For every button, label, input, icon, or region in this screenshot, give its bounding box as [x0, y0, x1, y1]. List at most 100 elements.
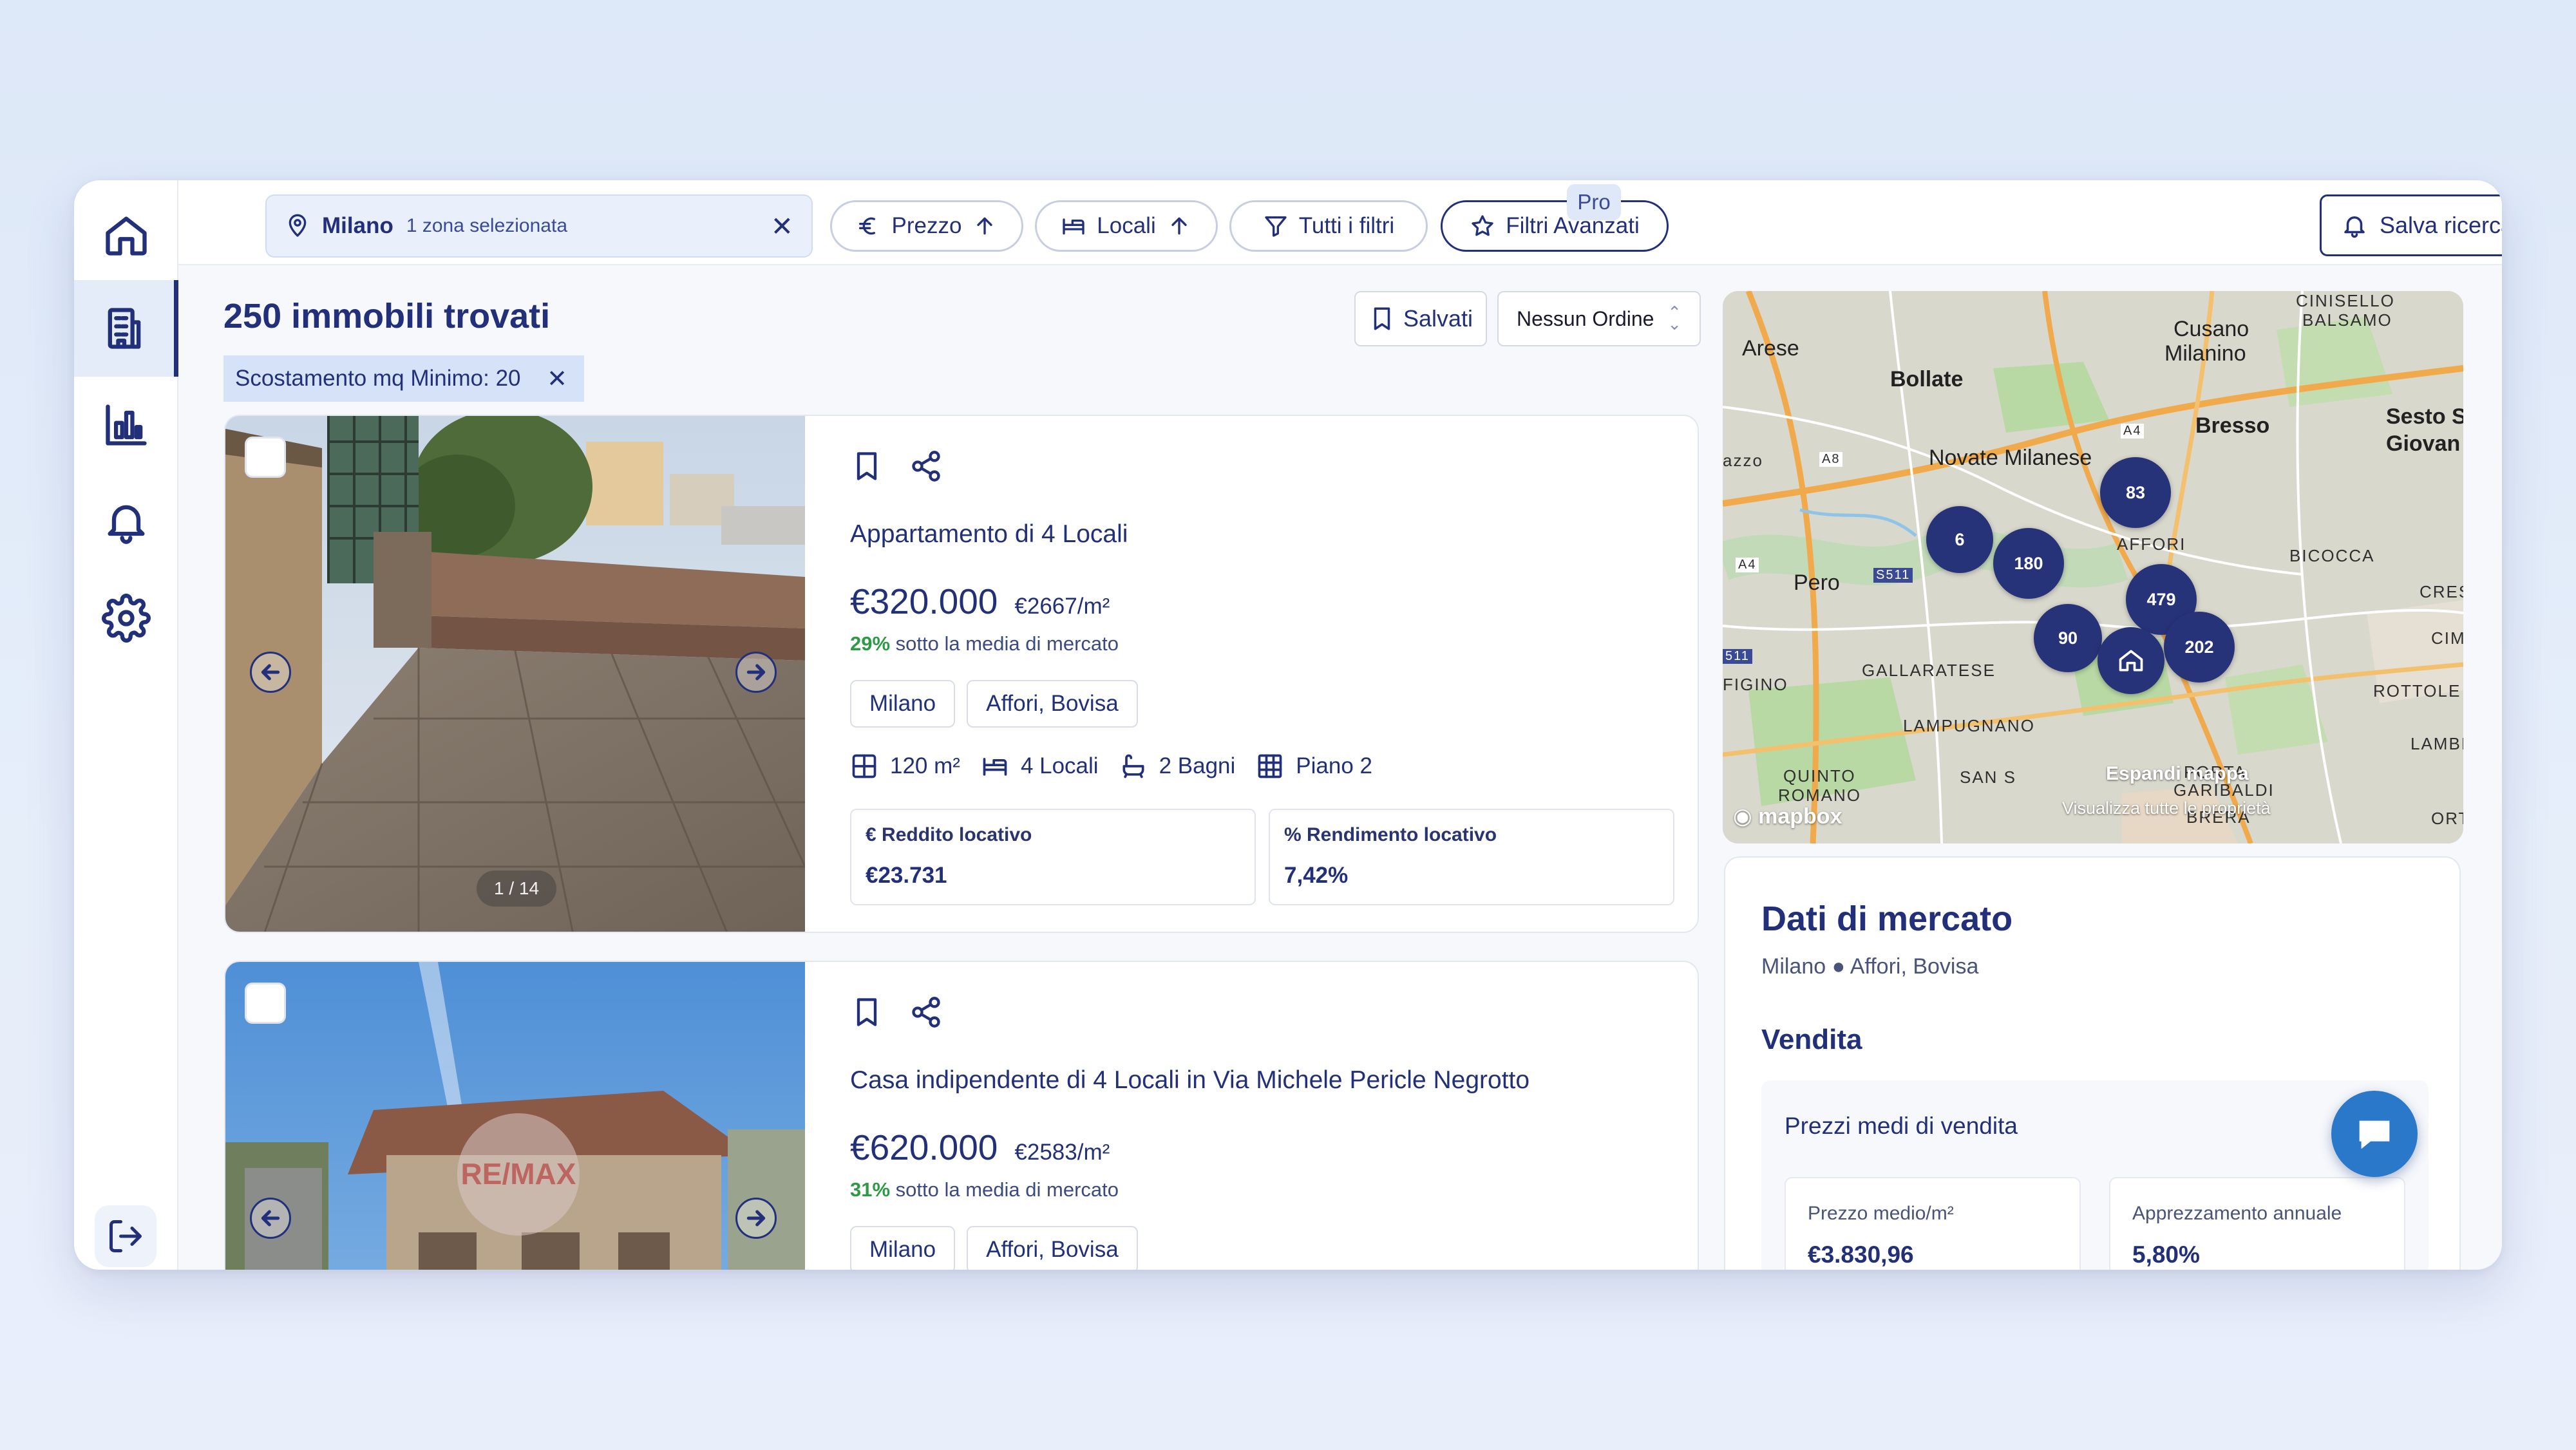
next-photo-button[interactable]: [735, 652, 777, 693]
listing-price: €620.000 €2583/m²: [850, 1127, 1110, 1168]
arrow-up-icon: [977, 217, 993, 235]
next-photo-button[interactable]: [735, 1198, 777, 1239]
map-label-cimiano: CIM: [2431, 628, 2463, 648]
chat-button[interactable]: [2331, 1091, 2418, 1177]
avg-price-label: Prezzo medio/m²: [1808, 1203, 1954, 1224]
map-label-figino: FIGINO: [1723, 675, 1788, 694]
road-511: 511: [1723, 649, 1752, 664]
zone-tag: Affori, Bovisa: [967, 680, 1138, 728]
price-per-sqm: €2583/m²: [1014, 1140, 1110, 1165]
area-icon: [852, 754, 876, 778]
listing-photo[interactable]: 1 / 14: [225, 416, 805, 932]
logout-icon: [109, 1220, 142, 1252]
floor-icon: [1258, 754, 1282, 778]
previous-photo-button[interactable]: [250, 652, 291, 693]
market-subtitle: Milano ● Affori, Bovisa: [1761, 954, 1979, 979]
city-tag: Milano: [850, 1226, 956, 1270]
rooms-filter-button[interactable]: Locali: [1035, 200, 1218, 252]
map-cluster-marker[interactable]: 180: [1993, 528, 2064, 599]
advanced-filters-button[interactable]: Filtri Avanzati: [1441, 200, 1669, 252]
map-cluster-marker[interactable]: 6: [1926, 506, 1993, 573]
house-photo: RE/MAX: [225, 962, 805, 1270]
listing-price: €320.000 €2667/m²: [850, 581, 1110, 622]
active-filter-chip: Scostamento mq Minimo: 20 ✕: [223, 355, 584, 402]
map-cluster-marker[interactable]: 202: [2164, 612, 2235, 683]
map-label-balsamo: BALSAMO: [2302, 310, 2392, 330]
price-value: €620.000: [850, 1127, 998, 1167]
bookmark-icon[interactable]: [850, 995, 884, 1029]
listing-title[interactable]: Casa indipendente di 4 Locali in Via Mic…: [850, 1066, 1530, 1095]
location-filter[interactable]: Milano 1 zona selezionata ✕: [265, 194, 813, 258]
share-icon[interactable]: [909, 449, 943, 483]
select-checkbox[interactable]: [245, 983, 286, 1024]
chat-icon: [2359, 1120, 2390, 1149]
listing-card[interactable]: 1 / 14 Appartamento di 4 Locali €320.000…: [224, 415, 1699, 933]
avg-price-value: €3.830,96: [1808, 1241, 1914, 1268]
arrow-right-icon: [746, 1210, 766, 1227]
map-label-san-siro: SAN S: [1960, 767, 2017, 787]
map-label-cusano: Cusano: [2174, 317, 2249, 341]
results-count: 250 immobili trovati: [223, 297, 551, 335]
selected-property-marker[interactable]: [2098, 627, 2164, 694]
area-value: 120 m²: [890, 753, 960, 778]
bookmark-icon[interactable]: [850, 449, 884, 483]
building-icon: [108, 308, 140, 349]
listing-info: Casa indipendente di 4 Locali in Via Mic…: [850, 962, 1698, 1270]
home-icon: [2119, 650, 2143, 672]
sales-section-title: Vendita: [1761, 1024, 1862, 1055]
save-search-button[interactable]: Salva ricerca: [2320, 194, 2502, 256]
city-tag: Milano: [850, 680, 956, 728]
below-market-percent: 29%: [850, 632, 891, 655]
clear-location-button[interactable]: ✕: [771, 212, 793, 241]
sidebar-item-settings[interactable]: [74, 570, 178, 666]
euro-icon: [858, 217, 875, 235]
road-a4: A4: [2121, 424, 2145, 438]
map-pin-icon: [289, 214, 307, 237]
photo-counter: 1 / 14: [477, 871, 556, 907]
map-preview[interactable]: Arese Bollate Cusano Milanino CINISELLO …: [1723, 291, 2463, 843]
price-filter-label: Prezzo: [891, 213, 962, 238]
map-label-crescenzago: CRES: [2420, 582, 2463, 601]
sidebar-item-notifications[interactable]: [74, 473, 178, 570]
map-cluster-marker[interactable]: 83: [2100, 457, 2171, 528]
sort-select[interactable]: Nessun Ordine ⌃ ⌄: [1497, 291, 1701, 346]
listing-card[interactable]: RE/MAX Casa indipendente di 4 Locali in …: [224, 961, 1699, 1270]
previous-photo-button[interactable]: [250, 1198, 291, 1239]
logout-button[interactable]: [95, 1205, 156, 1267]
listing-photo[interactable]: RE/MAX: [225, 962, 805, 1270]
rental-yield-box: % Rendimento locativo 7,42%: [1269, 809, 1674, 905]
price-value: €320.000: [850, 581, 998, 621]
map-label-lambrate: LAMBI: [2410, 734, 2463, 753]
market-comparison: 31% sotto la media di mercato: [850, 1178, 1119, 1201]
bookmark-icon: [1374, 307, 1390, 330]
listing-features: 120 m² 4 Locali 2 Bagni Piano 2: [850, 752, 1393, 780]
baths-value: 2 Bagni: [1159, 753, 1236, 778]
saved-button[interactable]: Salvati: [1354, 291, 1487, 346]
share-icon[interactable]: [909, 995, 943, 1029]
map-label-bollate: Bollate: [1890, 367, 1964, 391]
listing-title[interactable]: Appartamento di 4 Locali: [850, 520, 1128, 549]
sidebar-item-analytics[interactable]: [74, 377, 178, 473]
below-market-text: sotto la media di mercato: [890, 1178, 1119, 1201]
select-checkbox[interactable]: [245, 437, 286, 478]
rental-income-box: € Reddito locativo €23.731: [850, 809, 1256, 905]
below-market-percent: 31%: [850, 1178, 891, 1201]
expand-map-button[interactable]: Espandi mappa: [2106, 763, 2249, 785]
all-filters-button[interactable]: Tutti i filtri: [1229, 200, 1428, 252]
saved-label: Salvati: [1403, 305, 1473, 332]
sidebar-item-properties[interactable]: [74, 280, 178, 377]
remax-watermark: RE/MAX: [461, 1157, 576, 1191]
sidebar: [74, 180, 178, 1270]
arrow-left-icon: [261, 664, 280, 681]
map-label-rottole: ROTTOLE: [2373, 681, 2461, 701]
remove-filter-button[interactable]: ✕: [547, 364, 567, 393]
bath-icon: [1122, 754, 1144, 778]
mapbox-logo: ◉ mapbox: [1733, 804, 1842, 829]
filter-bar: Milano 1 zona selezionata ✕ Prezzo Local…: [178, 180, 2502, 265]
mapbox-attribution: mapbox: [1758, 804, 1842, 829]
map-cluster-marker[interactable]: 90: [2034, 604, 2102, 672]
sidebar-item-home[interactable]: [74, 187, 178, 283]
euro-icon: €: [866, 824, 882, 845]
price-filter-button[interactable]: Prezzo: [830, 200, 1023, 252]
appreciation-card: Apprezzamento annuale 5,80%: [2109, 1177, 2405, 1270]
